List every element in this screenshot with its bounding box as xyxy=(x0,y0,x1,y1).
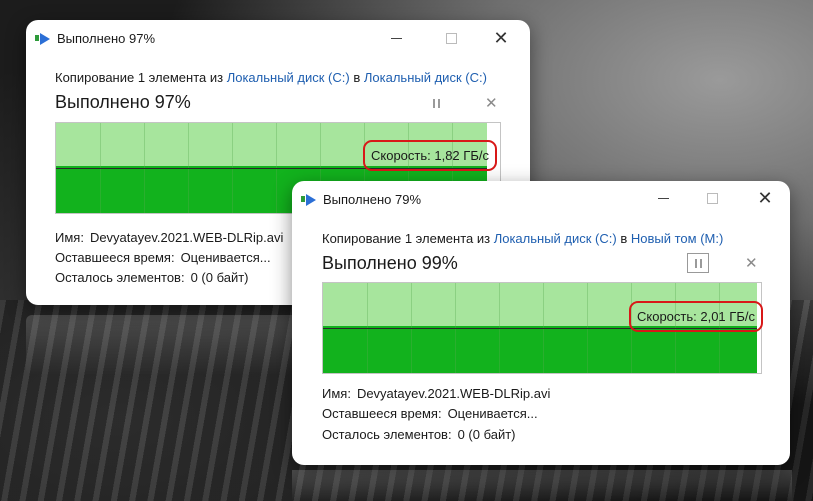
maximize-icon[interactable] xyxy=(697,186,727,210)
file-name-row: Имя: Devyatayev.2021.WEB-DLRip.avi xyxy=(55,230,283,245)
copy-prefix: Копирование 1 элемента из xyxy=(55,70,224,85)
time-remaining-value: Оценивается... xyxy=(180,250,271,265)
minimize-icon[interactable] xyxy=(381,26,411,50)
cancel-icon[interactable]: ✕ xyxy=(485,96,498,111)
copy-dialog-2: Выполнено 79% ✕ Копирование 1 элемента и… xyxy=(292,181,790,465)
time-remaining-key: Оставшееся время: xyxy=(322,406,442,421)
time-remaining-row: Оставшееся время: Оценивается... xyxy=(55,250,271,265)
source-link[interactable]: Локальный диск (C:) xyxy=(494,231,617,246)
window-reflection xyxy=(292,470,792,501)
progress-status: Выполнено 99% xyxy=(322,253,458,273)
copy-app-icon xyxy=(301,194,317,206)
speed-label: Скорость: 1,82 ГБ/с xyxy=(363,140,497,171)
file-name-value: Devyatayev.2021.WEB-DLRip.avi xyxy=(89,230,284,245)
file-name-row: Имя: Devyatayev.2021.WEB-DLRip.avi xyxy=(322,386,550,401)
destination-link[interactable]: Новый том (M:) xyxy=(631,231,723,246)
copy-description: Копирование 1 элемента из Локальный диск… xyxy=(322,231,723,246)
file-name-key: Имя: xyxy=(55,230,84,245)
copy-middle: в xyxy=(620,231,628,246)
pause-icon[interactable] xyxy=(687,253,709,273)
items-remaining-key: Осталось элементов: xyxy=(322,427,452,442)
window-title: Выполнено 97% xyxy=(57,31,156,46)
file-name-key: Имя: xyxy=(322,386,351,401)
maximize-icon[interactable] xyxy=(436,26,466,50)
items-remaining-row: Осталось элементов: 0 (0 байт) xyxy=(322,427,516,442)
copy-app-icon xyxy=(35,33,51,45)
destination-link[interactable]: Локальный диск (C:) xyxy=(364,70,487,85)
time-remaining-key: Оставшееся время: xyxy=(55,250,175,265)
title-bar: Выполнено 97% ✕ xyxy=(26,20,530,56)
items-remaining-key: Осталось элементов: xyxy=(55,270,185,285)
file-name-value: Devyatayev.2021.WEB-DLRip.avi xyxy=(356,386,551,401)
copy-prefix: Копирование 1 элемента из xyxy=(322,231,491,246)
time-remaining-row: Оставшееся время: Оценивается... xyxy=(322,406,538,421)
source-link[interactable]: Локальный диск (C:) xyxy=(227,70,350,85)
copy-description: Копирование 1 элемента из Локальный диск… xyxy=(55,70,487,85)
pause-icon[interactable] xyxy=(425,93,447,113)
items-remaining-value: 0 (0 байт) xyxy=(190,270,249,285)
items-remaining-row: Осталось элементов: 0 (0 байт) xyxy=(55,270,249,285)
items-remaining-value: 0 (0 байт) xyxy=(457,427,516,442)
copy-middle: в xyxy=(353,70,361,85)
minimize-icon[interactable] xyxy=(648,186,678,210)
progress-status: Выполнено 97% xyxy=(55,92,191,112)
close-icon[interactable]: ✕ xyxy=(750,186,780,210)
cancel-icon[interactable]: ✕ xyxy=(745,256,758,271)
speed-label: Скорость: 2,01 ГБ/с xyxy=(629,301,763,332)
graph-fill-dark xyxy=(323,326,757,373)
window-title: Выполнено 79% xyxy=(323,192,422,207)
close-icon[interactable]: ✕ xyxy=(486,26,516,50)
time-remaining-value: Оценивается... xyxy=(447,406,538,421)
title-bar: Выполнено 79% ✕ xyxy=(292,181,790,217)
